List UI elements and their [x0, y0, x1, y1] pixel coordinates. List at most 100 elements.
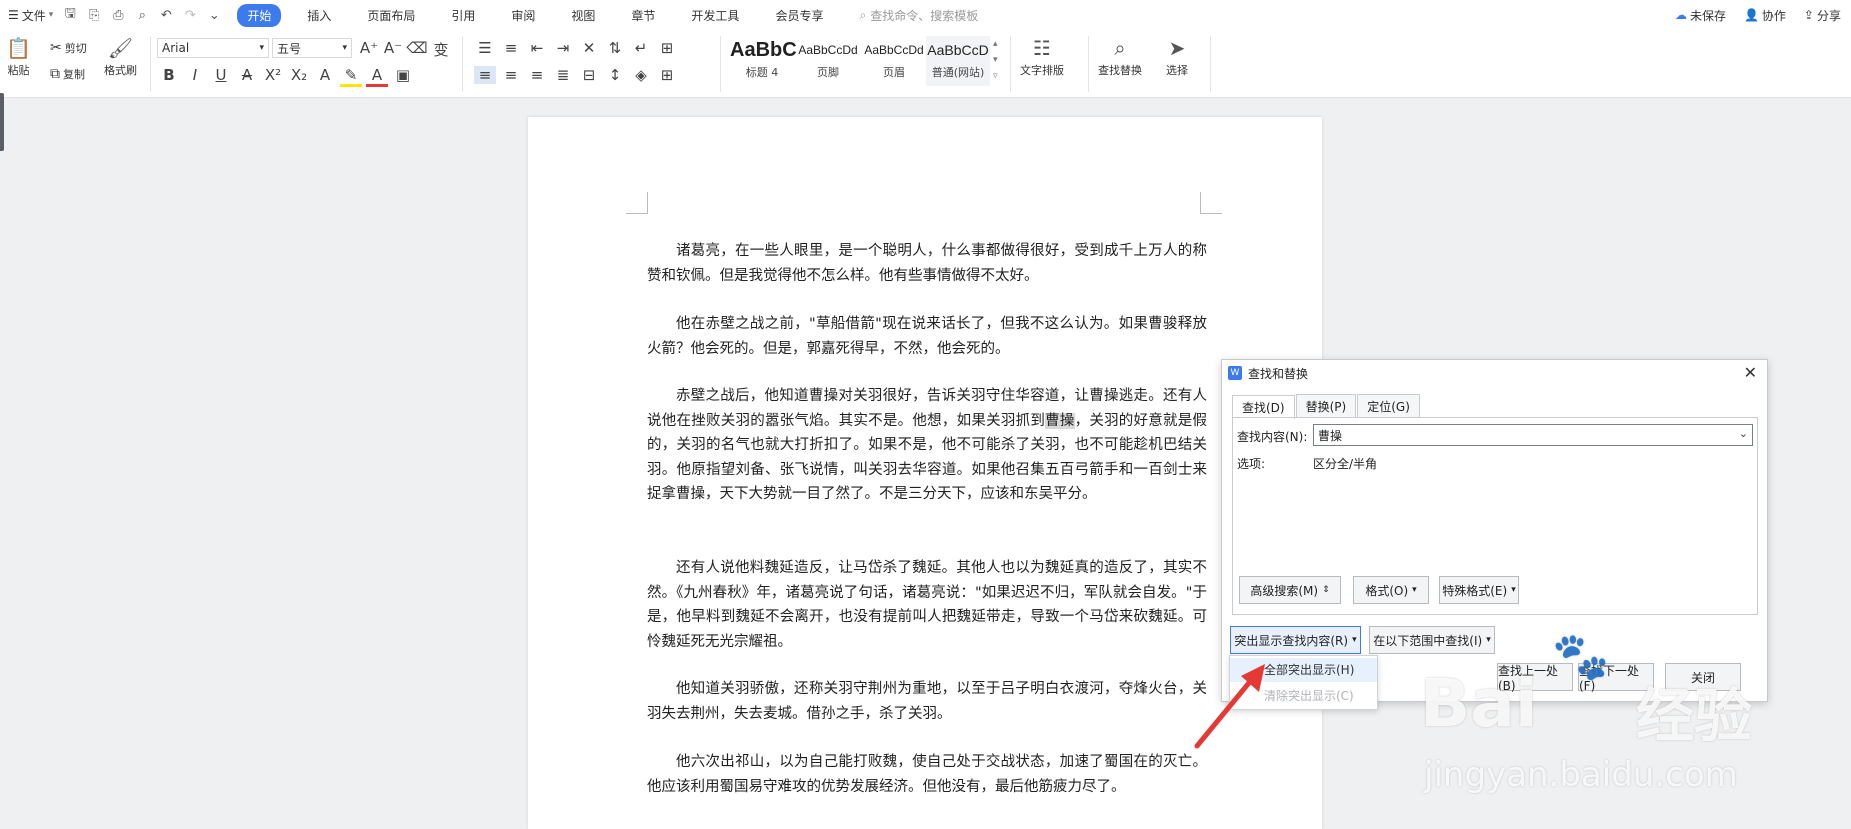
paragraph[interactable]: 诸葛亮，在一些人眼里，是一个聪明人，什么事都做得很好，受到成千上万人的称赞和钦佩… — [647, 239, 1207, 288]
save-icon[interactable]: 🖫 — [61, 6, 79, 24]
tab-find[interactable]: 查找(D) — [1232, 395, 1295, 419]
tab-developer[interactable]: 开发工具 — [681, 4, 749, 27]
collab-button[interactable]: 👤 协作 — [1744, 7, 1786, 24]
char-border-icon[interactable]: ▣ — [392, 66, 414, 87]
align-center-icon[interactable]: ≡ — [500, 66, 522, 84]
sidebar-handle[interactable] — [0, 93, 4, 151]
select-button[interactable]: ➤ 选择 — [1166, 34, 1188, 78]
copy-button[interactable]: ⧉ 复制 — [50, 66, 85, 82]
numbered-list-icon[interactable]: ≡ — [500, 39, 522, 57]
increase-indent-icon[interactable]: ⇥ — [552, 39, 574, 57]
tab-membership[interactable]: 会员专享 — [765, 4, 833, 27]
show-marks-icon[interactable]: ↵ — [630, 39, 652, 57]
chevron-down-icon[interactable]: ⌄ — [1739, 427, 1748, 440]
print-icon[interactable]: ⎙ — [109, 6, 127, 24]
find-previous-button[interactable]: 查找上一处(B) — [1497, 663, 1573, 693]
tab-home[interactable]: 开始 — [237, 3, 282, 27]
advanced-search-button[interactable]: 高级搜索(M) ⇕ — [1239, 576, 1341, 604]
export-pdf-icon[interactable]: ⎘ — [85, 6, 103, 24]
font-color-icon[interactable]: A — [366, 66, 388, 87]
file-menu[interactable]: ☰ 文件 ▾ — [8, 7, 53, 24]
style-normal-web[interactable]: AaBbCcD 普通(网站) — [926, 36, 990, 86]
underline-icon[interactable]: U — [210, 66, 232, 87]
find-input[interactable]: 曹操 ⌄ — [1313, 424, 1753, 446]
decrease-indent-icon[interactable]: ⇤ — [526, 39, 548, 57]
tab-insert[interactable]: 插入 — [297, 4, 341, 27]
tab-page-layout[interactable]: 页面布局 — [357, 4, 425, 27]
command-search[interactable]: ⌕ 查找命令、搜索模板 — [859, 7, 978, 24]
bold-icon[interactable]: B — [158, 66, 180, 87]
style-heading4[interactable]: AaBbC 标题 4 — [730, 36, 797, 86]
text-effect-icon[interactable]: A — [314, 66, 336, 87]
chevron-down-icon: ▾ — [342, 43, 347, 53]
line-spacing-icon[interactable]: ↕ — [604, 66, 626, 84]
unsaved-status[interactable]: ☁ 未保存 — [1675, 7, 1726, 24]
paragraph[interactable]: 赤壁之战后，他知道曹操对关羽很好，告诉关羽守住华容道，让曹操逃走。还有人说他在挫… — [647, 384, 1207, 507]
print-preview-icon[interactable]: ⌕ — [133, 6, 151, 24]
font-size-select[interactable]: 五号 ▾ — [272, 38, 352, 58]
superscript-icon[interactable]: X² — [262, 66, 284, 87]
search-match-highlight: 曹操 — [1045, 412, 1075, 429]
paragraph[interactable]: 他知道关羽骄傲，还称关羽守荆州为重地，以至于吕子明白衣渡河，夺烽火台，关羽失去荆… — [647, 677, 1207, 726]
find-panel: 查找内容(N): 曹操 ⌄ 选项: 区分全/半角 高级搜索(M) ⇕ 格式(O) ▾… — [1232, 417, 1758, 615]
divider — [1210, 36, 1211, 92]
customize-icon[interactable]: ⌄ — [205, 6, 223, 24]
tab-chapter[interactable]: 章节 — [621, 4, 665, 27]
format-painter-button[interactable]: 🖌 格式刷 — [104, 34, 137, 78]
sort-icon[interactable]: ⇅ — [604, 39, 626, 57]
align-right-icon[interactable]: ≡ — [526, 66, 548, 84]
italic-icon[interactable]: I — [184, 66, 206, 87]
undo-icon[interactable]: ↶ — [157, 6, 175, 24]
margin-corner — [1200, 192, 1222, 214]
find-replace-button[interactable]: ⌕ 查找替换 — [1098, 34, 1142, 78]
cloud-icon: ☁ — [1674, 8, 1687, 22]
ruler-icon[interactable]: ⊞ — [656, 39, 678, 57]
style-footer[interactable]: AaBbCcDd 页脚 — [796, 36, 860, 86]
find-next-button[interactable]: 查找下一处(F) — [1578, 663, 1654, 693]
shading-icon[interactable]: ◈ — [630, 66, 652, 84]
align-left-icon[interactable]: ≡ — [474, 66, 496, 84]
tab-review[interactable]: 审阅 — [501, 4, 545, 27]
style-header[interactable]: AaBbCcDd 页眉 — [862, 36, 926, 86]
share-button[interactable]: ⇪ 分享 — [1804, 7, 1841, 24]
divider — [720, 36, 721, 92]
chevron-down-icon: ▾ — [1511, 585, 1516, 595]
format-button[interactable]: 格式(O) ▾ — [1353, 576, 1429, 604]
paragraph[interactable]: 他在赤壁之战之前，"草船借箭"现在说来话长了，但我不这么认为。如果曹骏释放火箭？… — [647, 312, 1207, 361]
tab-replace[interactable]: 替换(P) — [1295, 394, 1357, 418]
redo-icon[interactable]: ↷ — [181, 6, 199, 24]
brush-icon: 🖌 — [107, 36, 134, 60]
clear-format-icon[interactable]: ⌫ — [406, 39, 428, 60]
subscript-icon[interactable]: X₂ — [288, 66, 310, 87]
dialog-titlebar[interactable]: W 查找和替换 — [1222, 360, 1767, 386]
justify-icon[interactable]: ≣ — [552, 66, 574, 84]
cut-button[interactable]: ✂ 剪切 — [50, 40, 87, 56]
find-in-range-button[interactable]: 在以下范围中查找(I) ▾ — [1369, 626, 1495, 654]
divider — [1088, 36, 1089, 92]
bullet-list-icon[interactable]: ☰ — [474, 39, 496, 57]
highlight-find-button[interactable]: 突出显示查找内容(R) ▾ — [1230, 626, 1361, 654]
paste-button[interactable]: 📋 粘贴 — [6, 34, 31, 78]
options-label: 选项: — [1237, 457, 1266, 471]
shrink-font-icon[interactable]: A⁻ — [382, 39, 404, 60]
close-button[interactable]: 关闭 — [1665, 663, 1741, 691]
tab-goto[interactable]: 定位(G) — [1357, 394, 1420, 418]
tab-view[interactable]: 视图 — [561, 4, 605, 27]
strikethrough-icon[interactable]: A — [236, 66, 258, 87]
font-family-select[interactable]: Arial ▾ — [157, 38, 269, 58]
grow-font-icon[interactable]: A⁺ — [358, 39, 380, 60]
chevron-down-icon: ▾ — [259, 43, 264, 53]
highlight-color-icon[interactable]: ✎ — [340, 66, 362, 87]
chinese-layout-icon[interactable]: ✕ — [578, 39, 600, 57]
distribute-icon[interactable]: ⊟ — [578, 66, 600, 84]
special-format-button[interactable]: 特殊格式(E) ▾ — [1439, 576, 1519, 604]
paragraph[interactable]: 还有人说他料魏延造反，让马岱杀了魏延。其他人也以为魏延真的造反了，其实不然。《九… — [647, 556, 1207, 654]
text-layout-button[interactable]: ☷ 文字排版 — [1020, 34, 1064, 78]
paragraph[interactable]: 他六次出祁山，以为自己能打败魏，使自己处于交战状态，加速了蜀国在的灭亡。他应该利… — [647, 750, 1207, 799]
styles-scroll[interactable]: ▴ ▾ ▿ — [993, 36, 1003, 86]
close-icon[interactable]: ✕ — [1744, 363, 1757, 382]
phonetic-icon[interactable]: 变 — [430, 39, 452, 60]
border-icon[interactable]: ⊞ — [656, 66, 678, 84]
tab-references[interactable]: 引用 — [441, 4, 485, 27]
chevron-down-icon: ▾ — [1486, 635, 1491, 645]
